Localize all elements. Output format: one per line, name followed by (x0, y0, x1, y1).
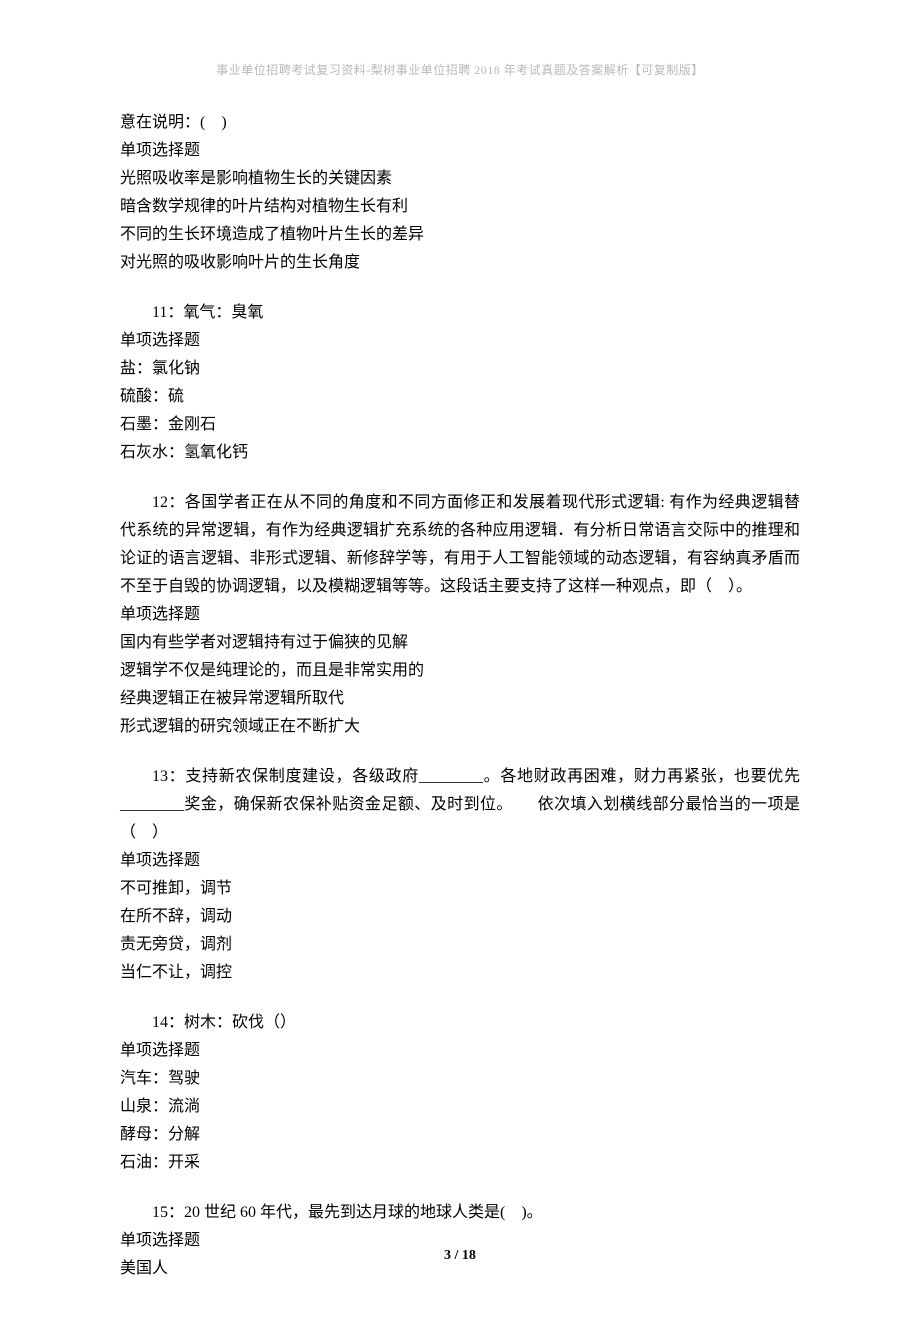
q11-stem: 11：氧气：臭氧 (120, 299, 800, 327)
q12-opt-d: 形式逻辑的研究领域正在不断扩大 (120, 713, 800, 741)
q10-type: 单项选择题 (120, 137, 800, 165)
q12-type: 单项选择题 (120, 601, 800, 629)
q14-opt-d: 石油：开采 (120, 1149, 800, 1177)
q11-type: 单项选择题 (120, 327, 800, 355)
q13-stem: 13：支持新农保制度建设，各级政府________。各地财政再困难，财力再紧张，… (120, 763, 800, 847)
q10-opt-c: 不同的生长环境造成了植物叶片生长的差异 (120, 221, 800, 249)
q10-opt-d: 对光照的吸收影响叶片的生长角度 (120, 249, 800, 277)
q10-stem-cont: 意在说明：( ) (120, 109, 800, 137)
q14-opt-a: 汽车：驾驶 (120, 1065, 800, 1093)
q11-opt-a: 盐：氯化钠 (120, 355, 800, 383)
q12-stem-text: 12：各国学者正在从不同的角度和不同方面修正和发展着现代形式逻辑: 有作为经典逻… (120, 494, 800, 595)
question-11: 11：氧气：臭氧 单项选择题 盐：氯化钠 硫酸：硫 石墨：金刚石 石灰水：氢氧化… (120, 299, 800, 467)
page: 事业单位招聘考试复习资料-梨树事业单位招聘 2018 年考试真题及答案解析【可复… (0, 0, 920, 1323)
q11-opt-c: 石墨：金刚石 (120, 411, 800, 439)
q13-opt-a: 不可推卸，调节 (120, 875, 800, 903)
q11-opt-b: 硫酸：硫 (120, 383, 800, 411)
q13-type: 单项选择题 (120, 847, 800, 875)
q13-opt-b: 在所不辞，调动 (120, 903, 800, 931)
q11-opt-d: 石灰水：氢氧化钙 (120, 439, 800, 467)
q10-opt-a: 光照吸收率是影响植物生长的关键因素 (120, 165, 800, 193)
q13-opt-c: 责无旁贷，调剂 (120, 931, 800, 959)
q12-opt-b: 逻辑学不仅是纯理论的，而且是非常实用的 (120, 657, 800, 685)
q12-stem: 12：各国学者正在从不同的角度和不同方面修正和发展着现代形式逻辑: 有作为经典逻… (120, 489, 800, 601)
question-13: 13：支持新农保制度建设，各级政府________。各地财政再困难，财力再紧张，… (120, 763, 800, 987)
q14-opt-c: 酵母：分解 (120, 1121, 800, 1149)
q12-opt-a: 国内有些学者对逻辑持有过于偏狭的见解 (120, 629, 800, 657)
q14-stem: 14：树木：砍伐（） (120, 1009, 800, 1037)
question-10-tail: 意在说明：( ) 单项选择题 光照吸收率是影响植物生长的关键因素 暗含数学规律的… (120, 109, 800, 277)
question-12: 12：各国学者正在从不同的角度和不同方面修正和发展着现代形式逻辑: 有作为经典逻… (120, 489, 800, 741)
q15-stem: 15：20 世纪 60 年代，最先到达月球的地球人类是( )。 (120, 1199, 800, 1227)
q12-opt-c: 经典逻辑正在被异常逻辑所取代 (120, 685, 800, 713)
q14-opt-b: 山泉：流淌 (120, 1093, 800, 1121)
question-15: 15：20 世纪 60 年代，最先到达月球的地球人类是( )。 单项选择题 美国… (120, 1199, 800, 1283)
page-header: 事业单位招聘考试复习资料-梨树事业单位招聘 2018 年考试真题及答案解析【可复… (120, 60, 800, 81)
q10-opt-b: 暗含数学规律的叶片结构对植物生长有利 (120, 193, 800, 221)
page-number: 3 / 18 (0, 1248, 920, 1264)
q13-stem-text: 13：支持新农保制度建设，各级政府________。各地财政再困难，财力再紧张，… (120, 768, 800, 841)
q14-type: 单项选择题 (120, 1037, 800, 1065)
question-14: 14：树木：砍伐（） 单项选择题 汽车：驾驶 山泉：流淌 酵母：分解 石油：开采 (120, 1009, 800, 1177)
q13-opt-d: 当仁不让，调控 (120, 959, 800, 987)
